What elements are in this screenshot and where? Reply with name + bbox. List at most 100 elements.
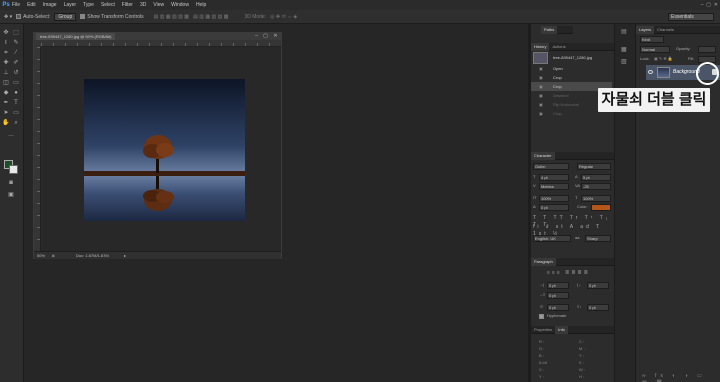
blend-mode-select[interactable]: Normal [640, 46, 670, 53]
tab-history[interactable]: History [531, 42, 550, 51]
tracking-field[interactable]: -25 [581, 183, 611, 190]
tab-character[interactable]: Character [531, 151, 555, 160]
move-tool-icon[interactable]: ✥ [2, 30, 10, 37]
tab-layers[interactable]: Layers [636, 25, 655, 34]
horizontal-ruler[interactable] [41, 40, 281, 47]
history-snapshot[interactable]: tree-839447_1280.jpg [531, 53, 612, 62]
layer-thumbnail[interactable] [657, 67, 670, 78]
path-select-tool-icon[interactable]: ➤ [2, 110, 10, 117]
tab-paths[interactable]: Paths [541, 25, 558, 34]
marquee-tool-icon[interactable]: ⬚ [12, 30, 20, 37]
antialias-select[interactable]: Sharp [585, 235, 611, 242]
language-select[interactable]: English: UK [533, 235, 571, 242]
eye-icon[interactable] [648, 70, 653, 74]
annotation-callout: 자물쇠 더블 클릭 [598, 88, 710, 112]
vertical-scale-field[interactable]: 100% [539, 195, 569, 202]
restore-icon[interactable]: ▢ [262, 33, 269, 40]
font-size-field[interactable]: 4 pt [539, 174, 569, 181]
menu-view[interactable]: View [153, 0, 164, 10]
more-tools-icon[interactable]: … [7, 132, 15, 139]
minimize-icon[interactable]: – [253, 33, 260, 40]
3d-mode-icons[interactable]: ◎ ✥ ⟲ ⇔ ◈ [270, 14, 297, 20]
menu-layer[interactable]: Layer [64, 0, 77, 10]
font-family-select[interactable]: Gulim [533, 163, 569, 170]
space-before-icon: ↑≡ [539, 304, 544, 309]
menu-edit[interactable]: Edit [27, 0, 36, 10]
paragraph-align-buttons[interactable]: ≡≡≡ ≣≣≣≣ [547, 269, 607, 277]
auto-select-dropdown[interactable]: Group [54, 12, 77, 21]
vertical-ruler[interactable] [34, 47, 41, 251]
crop-tool-icon[interactable]: ⌗ [2, 50, 10, 57]
quick-select-tool-icon[interactable]: ✎ [12, 40, 20, 47]
hand-tool-icon[interactable]: ✋ [2, 120, 10, 127]
move-tool-icon[interactable]: ✥ ▾ [4, 14, 12, 20]
ruler-origin[interactable] [34, 40, 41, 47]
panel-icon[interactable]: ▧ [621, 58, 630, 67]
lock-buttons[interactable]: ▣ ✎ ✥ 🔒 [654, 56, 673, 62]
tab-actions[interactable]: Actions [549, 43, 568, 51]
menu-select[interactable]: Select [101, 0, 115, 10]
type-tool-icon[interactable]: T [12, 100, 20, 107]
document-tab[interactable]: tree-839447_1280.jpg @ 50% (RGB/8#) [36, 33, 116, 40]
close-icon[interactable]: ✕ [272, 33, 279, 40]
pen-tool-icon[interactable]: ✒ [2, 100, 10, 107]
text-style-buttons[interactable]: T T TT Tr T¹ T₁ T T [533, 215, 611, 228]
fill-label: Fill: [688, 56, 695, 61]
lasso-tool-icon[interactable]: ℓ [2, 40, 10, 47]
panel-icon[interactable]: ▤ [621, 28, 630, 37]
menu-window[interactable]: Window [171, 0, 189, 10]
menu-help[interactable]: Help [196, 0, 206, 10]
menu-3d[interactable]: 3D [140, 0, 146, 10]
opentype-buttons[interactable]: fi ∂ st A ad T 1st ½ [533, 224, 611, 237]
blur-tool-icon[interactable]: ◆ [2, 90, 10, 97]
transform-controls-checkbox[interactable] [80, 14, 86, 19]
baseline-shift-field[interactable]: 0 pt [539, 204, 569, 211]
space-before-field[interactable]: 0 pt [547, 304, 569, 311]
indent-first-field[interactable]: 0 pt [547, 292, 569, 299]
tab-paragraph[interactable]: Paragraph [531, 257, 556, 266]
indent-left-field[interactable]: 0 pt [547, 282, 569, 289]
brush-tool-icon[interactable]: ✐ [12, 60, 20, 67]
menu-filter[interactable]: Filter [122, 0, 133, 10]
shape-tool-icon[interactable]: ▭ [12, 110, 20, 117]
menu-image[interactable]: Image [43, 0, 57, 10]
eraser-tool-icon[interactable]: ◫ [2, 80, 10, 87]
tab-info[interactable]: Info [555, 325, 568, 334]
align-icons[interactable]: ▤ ▥ ▦ ▧ ▨ ▩ ▤ ▥ ▦ ▧ ▨ ▩ [154, 14, 229, 20]
menu-file[interactable]: File [12, 0, 20, 10]
background-color-swatch[interactable] [9, 165, 18, 174]
eyedropper-tool-icon[interactable]: ⁄ [12, 50, 20, 57]
doc-info[interactable]: Doc: 1.87M/1.87M [76, 252, 109, 260]
tab-channels[interactable]: Channels [654, 26, 677, 34]
layer-footer-buttons[interactable]: ∞ fx ◐ ◑ ▭ ▣ 🗑 [642, 373, 718, 382]
horizontal-scale-field[interactable]: 100% [581, 195, 611, 202]
clone-stamp-tool-icon[interactable]: ⊥ [2, 70, 10, 77]
quick-mask-icon[interactable]: ◙ [7, 180, 15, 187]
space-after-field[interactable]: 0 pt [587, 304, 609, 311]
leading-field[interactable]: 5 pt [581, 174, 611, 181]
workspace-dropdown[interactable]: Essentials [668, 13, 714, 21]
opacity-field[interactable] [698, 46, 716, 53]
zoom-level[interactable]: 50% [37, 252, 45, 260]
auto-select-checkbox[interactable] [16, 14, 22, 19]
healing-tool-icon[interactable]: ✚ [2, 60, 10, 67]
menu-type[interactable]: Type [83, 0, 94, 10]
tab-properties[interactable]: Properties [531, 326, 555, 334]
text-color-swatch[interactable] [591, 204, 611, 211]
zoom-tool-icon[interactable]: ⌕ [12, 120, 20, 127]
panel-icon[interactable]: ▦ [621, 46, 630, 55]
screen-mode-icon[interactable]: ▣ [7, 192, 15, 199]
layer-filter-select[interactable]: Kind [640, 36, 664, 43]
history-brush-tool-icon[interactable]: ↺ [12, 70, 20, 77]
status-icon[interactable]: ◙ [52, 252, 54, 260]
dodge-tool-icon[interactable]: ● [12, 90, 20, 97]
gradient-tool-icon[interactable]: ▭ [12, 80, 20, 87]
font-style-select[interactable]: Regular [577, 163, 611, 170]
indent-right-field[interactable]: 0 pt [587, 282, 609, 289]
kerning-field[interactable]: Metrics [539, 183, 569, 190]
status-arrow-icon[interactable]: ▸ [124, 252, 126, 260]
hyphenate-checkbox[interactable] [539, 314, 544, 319]
window-controls[interactable]: – ▢ ✕ [688, 1, 718, 9]
document-canvas[interactable] [41, 47, 281, 251]
document-window[interactable]: tree-839447_1280.jpg @ 50% (RGB/8#) – ▢ … [33, 32, 282, 259]
